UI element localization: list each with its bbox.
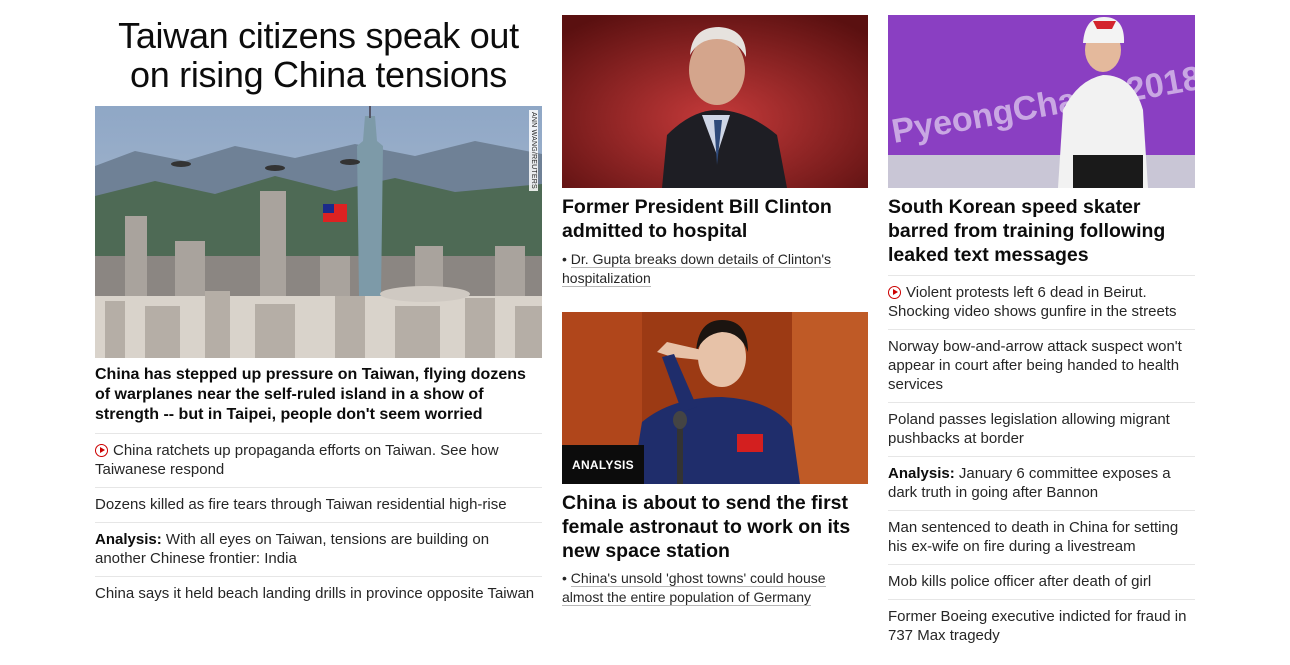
feature-title: Taiwan citizens speak out on rising Chin… [118,15,519,95]
astronaut-image[interactable]: ANALYSIS [562,312,868,484]
play-video-icon [95,444,108,457]
bullet: • [562,251,571,267]
list-item[interactable]: Poland passes legislation allowing migra… [888,402,1195,456]
list-item[interactable]: Mob kills police officer after death of … [888,564,1195,599]
list-item-link[interactable]: Norway bow-and-arrow attack suspect won'… [888,338,1182,393]
list-item-link[interactable]: Man sentenced to death in China for sett… [888,519,1178,555]
list-item-link[interactable]: Former Boeing executive indicted for fra… [888,608,1186,644]
list-item[interactable]: Analysis: With all eyes on Taiwan, tensi… [95,522,542,576]
related-stories-list: China ratchets up propaganda efforts on … [95,433,542,611]
list-item-link: Analysis: With all eyes on Taiwan, tensi… [95,531,489,567]
play-video-icon [888,286,901,299]
right-column: PyeongChang 2018 South Korean speed skat… [888,0,1195,653]
list-item-link[interactable]: Poland passes legislation allowing migra… [888,411,1170,447]
taipei-skyline-image[interactable]: ANN WANG/REUTERS [95,106,542,358]
bullet: • [562,570,571,586]
speed-skater-image[interactable]: PyeongChang 2018 [888,15,1195,188]
feature-lead-link[interactable]: China has stepped up pressure on Taiwan,… [95,365,542,425]
ghost-towns-sub-link[interactable]: • China's unsold 'ghost towns' could hou… [562,569,868,607]
clinton-sub-link[interactable]: • Dr. Gupta breaks down details of Clint… [562,250,868,288]
taiwan-feature-column: Taiwan citizens speak out on rising Chin… [95,0,542,611]
world-news-list: Violent protests left 6 dead in Beirut. … [888,275,1195,653]
skater-headline[interactable]: South Korean speed skater barred from tr… [888,195,1195,267]
list-item-link[interactable]: China ratchets up propaganda efforts on … [95,442,499,478]
sub-link-text: China's unsold 'ghost towns' could house… [562,570,826,606]
clinton-headline[interactable]: Former President Bill Clinton admitted t… [562,195,868,243]
middle-column: Former President Bill Clinton admitted t… [562,0,868,607]
clinton-photo [562,15,868,188]
sub-link-text: Dr. Gupta breaks down details of Clinton… [562,251,832,287]
list-item-link[interactable]: China says it held beach landing drills … [95,585,534,602]
analysis-label: Analysis: [888,465,955,482]
speed-skater-photo: PyeongChang 2018 [888,15,1195,188]
list-item-link[interactable]: Dozens killed as fire tears through Taiw… [95,496,507,513]
photo-credit: ANN WANG/REUTERS [529,110,538,191]
list-item[interactable]: Violent protests left 6 dead in Beirut. … [888,275,1195,329]
list-item[interactable]: Dozens killed as fire tears through Taiw… [95,487,542,522]
list-item-link[interactable]: Mob kills police officer after death of … [888,573,1151,590]
feature-title-link[interactable]: Taiwan citizens speak out on rising Chin… [95,16,542,94]
analysis-label: Analysis: [95,531,162,548]
taipei-skyline-photo [95,106,542,358]
list-item-link[interactable]: Violent protests left 6 dead in Beirut. … [888,284,1177,320]
list-item[interactable]: China says it held beach landing drills … [95,576,542,611]
list-item-link: Analysis: January 6 committee exposes a … [888,465,1171,501]
list-item[interactable]: China ratchets up propaganda efforts on … [95,433,542,487]
list-item[interactable]: Former Boeing executive indicted for fra… [888,599,1195,653]
astronaut-headline[interactable]: China is about to send the first female … [562,491,868,563]
analysis-badge: ANALYSIS [562,445,644,484]
list-item[interactable]: Analysis: January 6 committee exposes a … [888,456,1195,510]
list-item[interactable]: Man sentenced to death in China for sett… [888,510,1195,564]
clinton-image[interactable] [562,15,868,188]
list-item[interactable]: Norway bow-and-arrow attack suspect won'… [888,329,1195,402]
